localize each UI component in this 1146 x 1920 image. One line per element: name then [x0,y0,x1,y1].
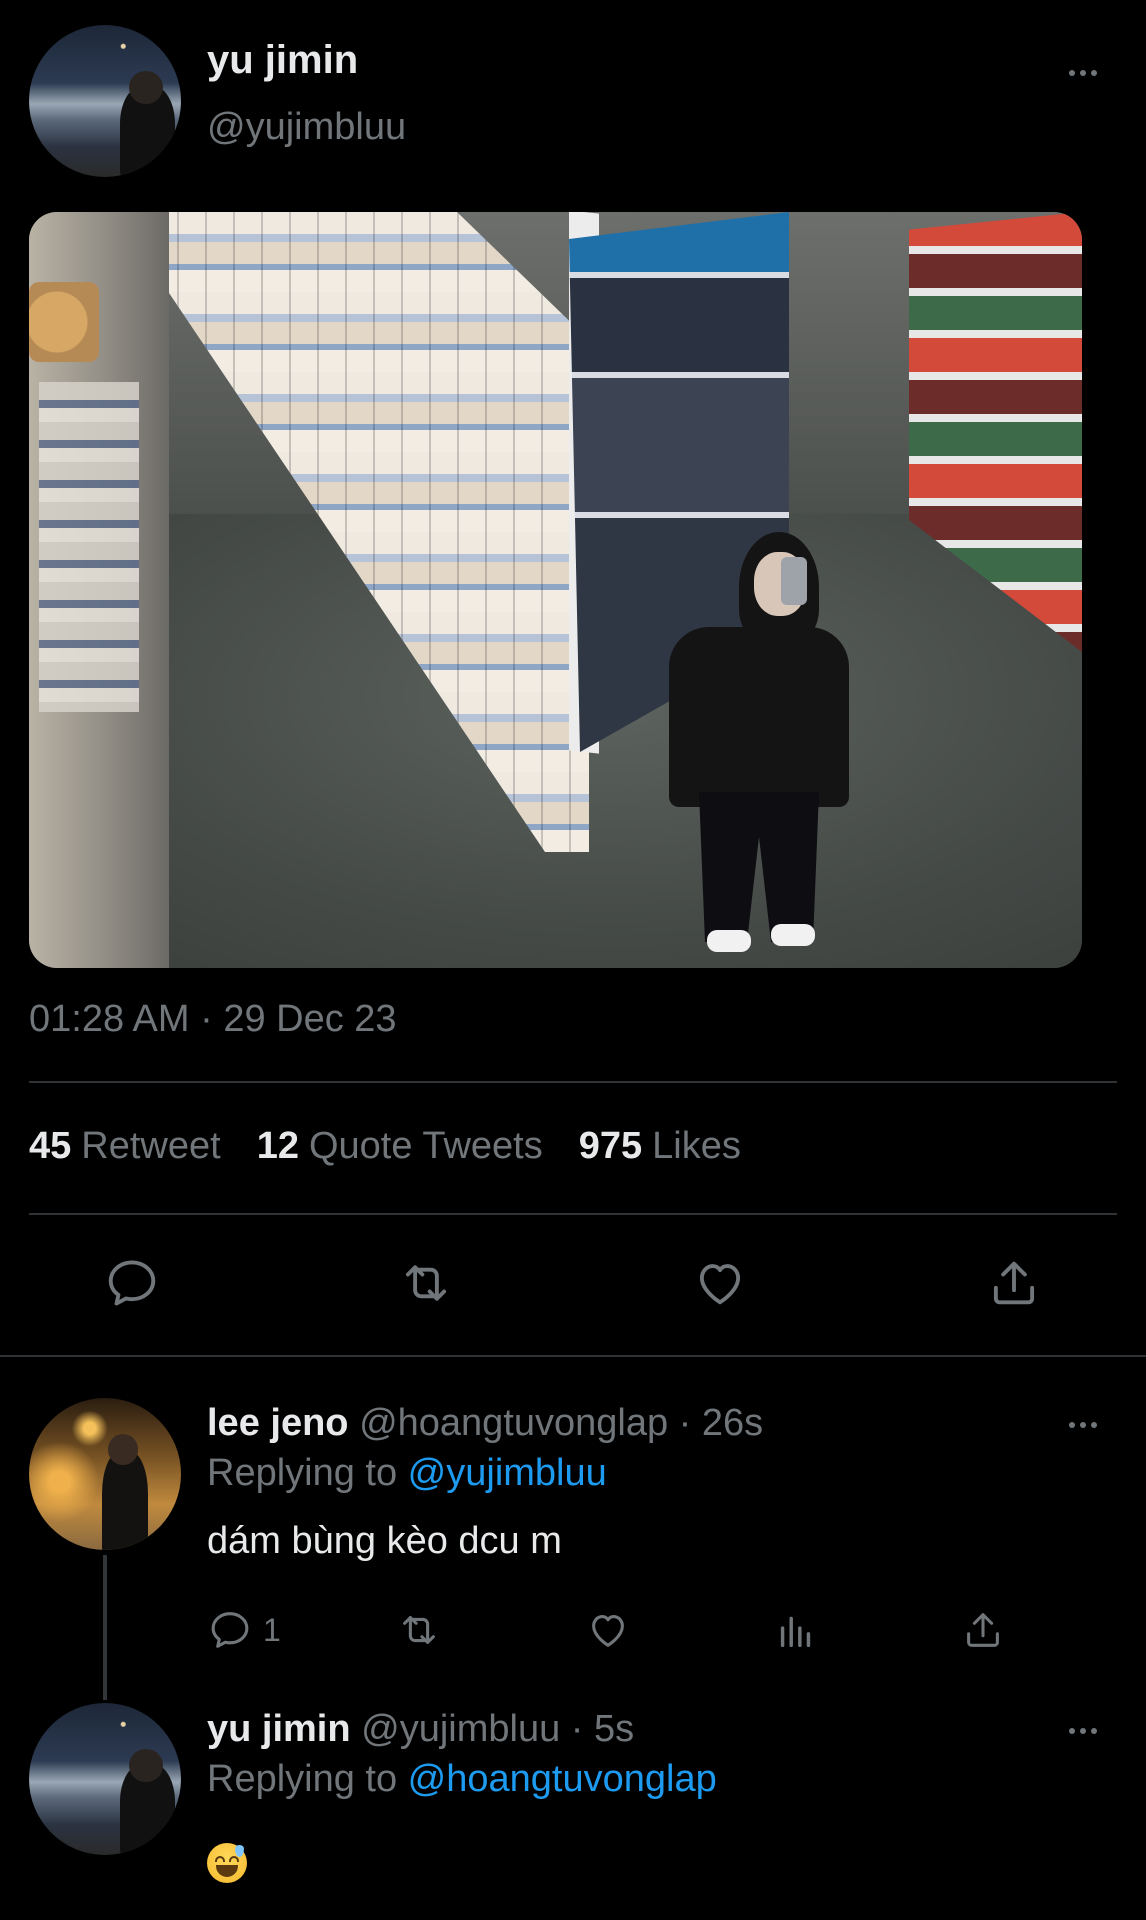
grinning-sweat-emoji [207,1843,247,1883]
reply-button[interactable] [97,1248,167,1318]
like-button[interactable] [685,1248,755,1318]
retweet-stat[interactable]: 45 Retweet [29,1125,221,1168]
reply-avatar[interactable] [29,1703,181,1855]
reply-header: yu jimin @yujimbluu · 5s [207,1708,634,1751]
tweet-timestamp: 01:28 AM · 29 Dec 23 [29,998,397,1040]
tweet-stats: 45 Retweet 12 Quote Tweets 975 Likes [29,1125,741,1168]
replying-to-mention[interactable]: @hoangtuvonglap [408,1758,717,1800]
divider [29,1213,1117,1215]
retweet-count: 45 [29,1125,72,1167]
reply-time: · 26s [678,1402,764,1444]
retweet-icon [405,1265,447,1301]
more-options-icon[interactable] [1058,1716,1108,1746]
retweet-label: Retweet [81,1125,221,1167]
reply-author-handle[interactable]: @hoangtuvonglap [359,1402,668,1444]
author-avatar[interactable] [29,25,181,177]
retweet-button[interactable] [396,1605,442,1655]
tweet-detail-page: yu jimin @yujimbluu 01:28 AM · 29 Dec 23… [0,0,1146,1920]
replying-to-mention[interactable]: @yujimbluu [408,1452,607,1494]
replying-to-prefix: Replying to [207,1452,408,1494]
share-button[interactable] [979,1248,1049,1318]
quote-label: Quote Tweets [308,1125,543,1167]
tweet-photo[interactable] [29,212,1082,968]
retweet-button[interactable] [391,1248,461,1318]
share-button[interactable] [960,1605,1006,1655]
reply-author-name[interactable]: lee jeno [207,1402,349,1444]
reply-count: 1 [263,1611,281,1648]
author-name[interactable]: yu jimin [207,38,358,83]
thread-connector [103,1555,107,1700]
reply-text: dám bùng kèo dcu m [207,1520,562,1562]
comment-icon [108,1260,156,1306]
reply-avatar[interactable] [29,1398,181,1550]
likes-count: 975 [578,1125,643,1167]
retweet-icon [403,1616,435,1644]
author-handle[interactable]: @yujimbluu [207,106,406,149]
like-button[interactable] [585,1605,631,1655]
comment-icon [211,1612,249,1648]
reply-author-name[interactable]: yu jimin [207,1708,351,1750]
share-icon [967,1613,999,1647]
quote-count: 12 [256,1125,299,1167]
heart-icon [699,1264,741,1305]
likes-stat[interactable]: 975 Likes [579,1125,741,1168]
share-icon [993,1261,1035,1305]
reply-header: lee jeno @hoangtuvonglap · 26s [207,1402,763,1445]
replying-to-prefix: Replying to [207,1758,408,1800]
divider [0,1355,1146,1357]
divider [29,1081,1117,1083]
replying-to: Replying to @hoangtuvonglap [207,1758,717,1801]
replying-to: Replying to @yujimbluu [207,1452,607,1495]
more-options-icon[interactable] [1058,1410,1108,1440]
reply-author-handle[interactable]: @yujimbluu [361,1708,560,1750]
likes-label: Likes [652,1125,741,1167]
reply-button[interactable]: 1 [207,1605,281,1655]
reply-time: · 5s [570,1708,635,1750]
quote-stat[interactable]: 12 Quote Tweets [257,1125,543,1168]
heart-icon [592,1615,624,1647]
views-button[interactable] [773,1605,819,1655]
more-options-icon[interactable] [1058,58,1108,88]
analytics-icon [780,1616,811,1648]
